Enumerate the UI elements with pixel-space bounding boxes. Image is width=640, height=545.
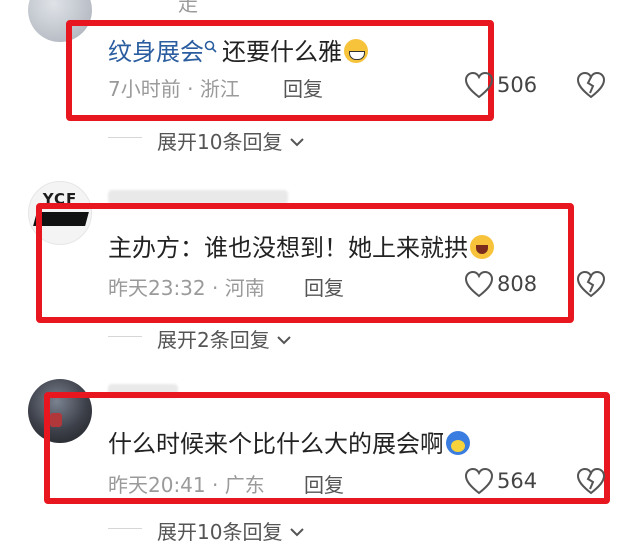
search-icon	[204, 32, 222, 60]
heart-icon[interactable]	[464, 71, 494, 99]
chevron-down-icon	[277, 336, 291, 345]
comment-body: 还要什么雅	[222, 38, 342, 66]
heart-icon[interactable]	[464, 467, 494, 495]
expand-replies-button[interactable]: 展开10条回复	[157, 126, 305, 155]
broken-heart-icon[interactable]	[576, 467, 606, 495]
location: 河南	[224, 276, 265, 300]
expand-replies-button[interactable]: 展开2条回复	[157, 324, 292, 353]
topic-link[interactable]: 纹身展会	[108, 38, 204, 66]
timestamp: 7小时前	[108, 77, 181, 101]
comment-body: 什么时候来个比什么大的展会啊	[108, 430, 444, 458]
reply-button[interactable]: 回复	[304, 272, 344, 301]
chevron-down-icon	[290, 138, 304, 147]
chevron-down-icon	[290, 528, 304, 537]
commenter-name[interactable]: 走	[178, 0, 198, 17]
timestamp: 昨天23:32	[108, 276, 206, 300]
divider	[108, 137, 142, 138]
location: 浙江	[199, 77, 240, 101]
comment-text: 主办方：谁也没想到！她上来就拱	[108, 228, 494, 263]
reply-button[interactable]: 回复	[283, 73, 323, 102]
divider	[108, 528, 142, 529]
comment-text: 什么时候来个比什么大的展会啊	[108, 424, 470, 459]
comment-meta: 昨天20:41 · 广东	[108, 473, 265, 497]
expand-label: 展开10条回复	[157, 130, 283, 154]
expand-label: 展开2条回复	[157, 328, 270, 352]
comment-meta: 昨天23:32 · 河南	[108, 276, 265, 300]
like-count: 808	[497, 272, 538, 296]
comment-body: 主办方：谁也没想到！她上来就拱	[108, 234, 468, 262]
divider	[108, 336, 142, 337]
broken-heart-icon[interactable]	[576, 71, 606, 99]
emoji-icon	[446, 431, 470, 455]
grin-sweat-emoji-icon	[344, 39, 368, 63]
timestamp: 昨天20:41	[108, 473, 206, 497]
reply-button[interactable]: 回复	[304, 469, 344, 498]
highlight-box	[36, 203, 574, 323]
comment-meta: 7小时前 · 浙江	[108, 77, 240, 101]
location: 广东	[224, 473, 265, 497]
broken-heart-icon[interactable]	[576, 270, 606, 298]
comment-text: 纹身展会 还要什么雅	[108, 32, 368, 67]
expand-label: 展开10条回复	[157, 520, 283, 544]
like-count: 506	[497, 73, 538, 97]
heart-icon[interactable]	[464, 270, 494, 298]
laughing-emoji-icon	[470, 235, 494, 259]
commenter-name[interactable]	[108, 190, 288, 204]
like-count: 564	[497, 469, 538, 493]
